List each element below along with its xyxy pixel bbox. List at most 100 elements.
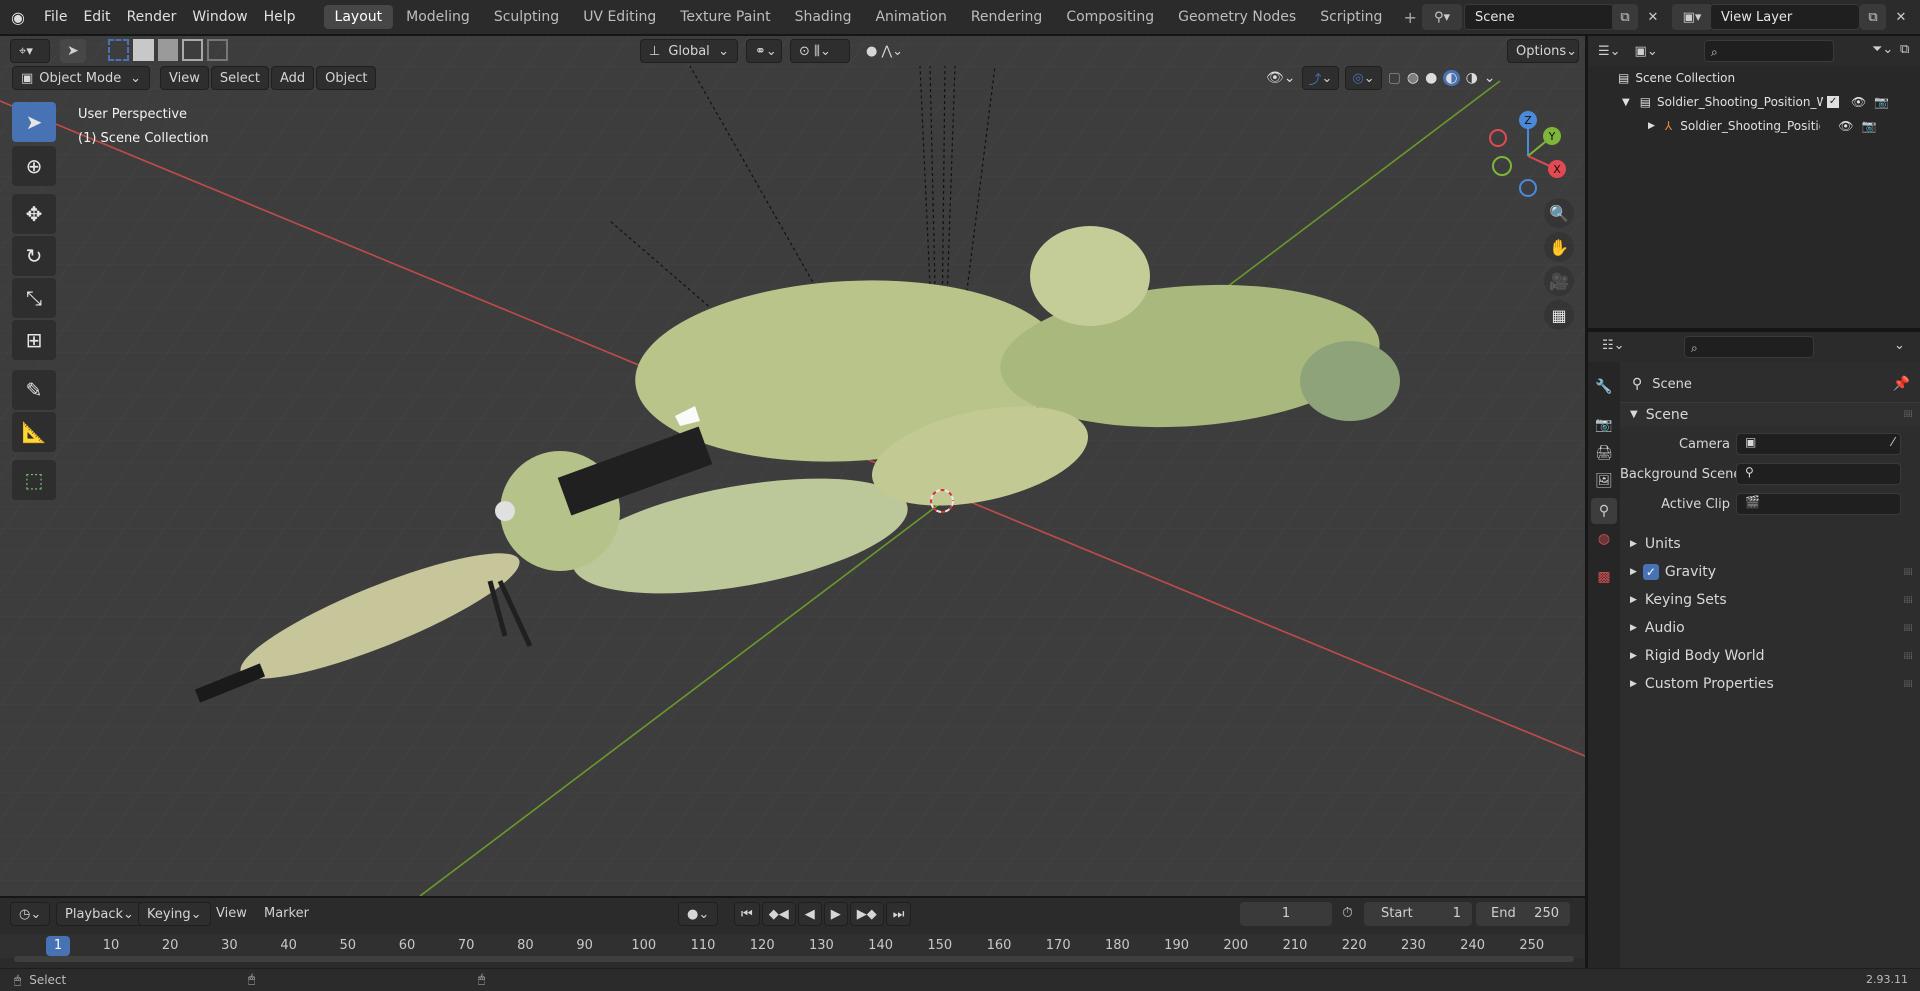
3d-viewport[interactable]: ⌖▾ ➤ ⊥ Global ⌄ ⚭⌄ ⊙ ⫼⌄ ● ⋀⌄ Options ⌄ ▣ O… <box>0 36 1585 896</box>
select-invert-icon[interactable] <box>182 39 204 61</box>
visibility-eye-icon[interactable]: 👁 <box>1838 119 1853 133</box>
menu-window[interactable]: Window <box>184 9 255 25</box>
move-tool-icon[interactable]: ✥ <box>12 194 56 234</box>
tab-scripting[interactable]: Scripting <box>1309 5 1393 29</box>
tab-modeling[interactable]: Modeling <box>395 5 481 29</box>
exclude-checkbox[interactable]: ✓ <box>1827 96 1840 108</box>
jump-start-icon[interactable]: ⏮ <box>734 902 760 926</box>
transform-tool-icon[interactable]: ⊞ <box>12 320 56 360</box>
play-reverse-icon[interactable]: ◀ <box>797 902 822 926</box>
tool-select-icon[interactable]: ➤ <box>60 39 86 63</box>
material-shading-icon[interactable]: ◐ <box>1443 70 1460 86</box>
eyedropper-icon[interactable]: ⁄ <box>1892 435 1894 449</box>
proportional-editing-icon[interactable]: ● ⋀⌄ <box>858 39 924 63</box>
frame-ruler[interactable]: 1 10 20 30 40 50 60 70 80 90 100 110 120 130 140 150 16… <box>0 934 1585 958</box>
navigation-gizmo[interactable]: Z Y X <box>1480 106 1580 206</box>
menu-file[interactable]: File <box>36 9 75 25</box>
menu-render[interactable]: Render <box>119 9 185 25</box>
view-layer-field[interactable]: View Layer <box>1710 4 1860 30</box>
keying-menu[interactable]: Keying ⌄ <box>138 902 211 926</box>
texture-properties-icon[interactable]: ▩ <box>1591 564 1617 590</box>
custom-properties-panel-header[interactable]: ▶ Custom Properties ⁞⁞⁞⁞ <box>1620 672 1920 696</box>
display-mode-icon[interactable]: ▣⌄ <box>1635 44 1658 59</box>
scene-selector-icon[interactable]: ⚲▾ <box>1422 4 1462 30</box>
auto-keying-icon[interactable]: ●⌄ <box>678 902 718 926</box>
annotate-tool-icon[interactable]: ✎ <box>12 370 56 410</box>
timeline-scrollbar[interactable] <box>14 956 1574 962</box>
drag-handle-icon[interactable]: ⁞⁞⁞⁞ <box>1903 595 1913 606</box>
prev-keyframe-icon[interactable]: ◆◀ <box>761 902 796 926</box>
jump-end-icon[interactable]: ⏭ <box>885 902 912 926</box>
tab-rendering[interactable]: Rendering <box>960 5 1054 29</box>
outliner-editor-icon[interactable]: ☰⌄ <box>1598 44 1621 59</box>
new-collection-icon[interactable]: ⧉ <box>1900 42 1909 57</box>
properties-editor-icon[interactable]: ☷⌄ <box>1602 338 1625 353</box>
rendered-shading-icon[interactable]: ◑ <box>1466 70 1478 86</box>
scene-name-field[interactable]: Scene <box>1464 4 1614 30</box>
snap-toggle-icon[interactable]: ⊙ ⫼⌄ <box>790 39 850 63</box>
expand-arrow-icon[interactable]: ▶ <box>1648 121 1655 131</box>
properties-search-input[interactable]: ⌕ <box>1684 336 1814 358</box>
drag-handle-icon[interactable]: ⁞⁞⁞⁞ <box>1903 679 1913 690</box>
drag-handle-icon[interactable]: ⁞⁞⁞⁞ <box>1903 567 1913 578</box>
outliner-row-scene-collection[interactable]: ▤ Scene Collection <box>1588 66 1920 90</box>
render-camera-icon[interactable]: 📷 <box>1874 95 1889 109</box>
delete-view-layer-icon[interactable]: ✕ <box>1888 4 1914 30</box>
outliner-row-object[interactable]: ▶ ⅄ Soldier_Shooting_Positior 👁 📷 <box>1588 114 1920 138</box>
mode-dropdown[interactable]: ▣ Object Mode ⌄ <box>12 66 150 90</box>
audio-panel-header[interactable]: ▶ Audio ⁞⁞⁞⁞ <box>1620 616 1920 640</box>
playback-menu[interactable]: Playback ⌄ <box>56 902 143 926</box>
play-icon[interactable]: ▶ <box>823 902 848 926</box>
select-extend-icon[interactable] <box>132 39 154 61</box>
options-dropdown[interactable]: Options ⌄ <box>1507 39 1579 63</box>
zoom-icon[interactable]: 🔍 <box>1544 198 1574 228</box>
view-layer-icon[interactable]: ▣▾ <box>1672 4 1712 30</box>
tab-uv-editing[interactable]: UV Editing <box>572 5 667 29</box>
rotate-tool-icon[interactable]: ↻ <box>12 236 56 276</box>
tab-animation[interactable]: Animation <box>864 5 957 29</box>
scene-properties-icon[interactable]: ⚲ <box>1591 498 1617 524</box>
timeline-editor-icon[interactable]: ◷⌄ <box>10 902 50 926</box>
tab-texture-paint[interactable]: Texture Paint <box>669 5 781 29</box>
viewport-menu-view[interactable]: View <box>160 66 209 90</box>
rigid-body-world-panel-header[interactable]: ▶ Rigid Body World ⁞⁞⁞⁞ <box>1620 644 1920 668</box>
select-subtract-icon[interactable] <box>157 39 179 61</box>
select-new-icon[interactable] <box>108 39 129 61</box>
tab-compositing[interactable]: Compositing <box>1055 5 1165 29</box>
visibility-eye-icon[interactable]: 👁 <box>1851 95 1866 109</box>
gravity-checkbox[interactable]: ✓ <box>1642 564 1659 580</box>
tool-settings-icon[interactable]: 🔧 <box>1591 374 1617 400</box>
tab-geometry-nodes[interactable]: Geometry Nodes <box>1167 5 1307 29</box>
pan-hand-icon[interactable]: ✋ <box>1544 232 1574 262</box>
drag-handle-icon[interactable]: ⁞⁞⁞⁞ <box>1903 623 1913 634</box>
shading-options-icon[interactable]: ⌄ <box>1484 70 1496 86</box>
solid-shading-icon[interactable]: ● <box>1425 70 1437 86</box>
background-scene-field[interactable]: ⚲ <box>1736 463 1901 485</box>
editor-type-icon[interactable]: ⌖▾ <box>10 39 50 63</box>
chevron-down-icon[interactable]: ⌄ <box>1894 338 1905 353</box>
xray-toggle-icon[interactable]: ▢ <box>1388 70 1401 86</box>
current-frame-field[interactable]: 1 <box>1240 902 1332 926</box>
orthographic-toggle-icon[interactable]: ▦ <box>1544 300 1574 330</box>
start-frame-field[interactable]: Start 1 <box>1364 902 1472 926</box>
overlays-toggle-icon[interactable]: ◎ ⌄ <box>1345 66 1382 90</box>
cursor-tool-icon[interactable]: ⊕ <box>12 146 56 186</box>
viewport-menu-object[interactable]: Object <box>316 66 377 90</box>
units-panel-header[interactable]: ▶ Units <box>1620 532 1920 556</box>
new-view-layer-icon[interactable]: ⧉ <box>1860 4 1886 30</box>
active-clip-field[interactable]: 🎬 <box>1736 493 1901 515</box>
pivot-point-icon[interactable]: ⚭⌄ <box>746 39 782 63</box>
render-properties-icon[interactable]: 📷 <box>1591 412 1617 438</box>
camera-view-icon[interactable]: 🎥 <box>1544 266 1574 296</box>
timeline-menu-view[interactable]: View <box>216 906 247 921</box>
viewport-menu-add[interactable]: Add <box>270 66 315 90</box>
next-keyframe-icon[interactable]: ▶◆ <box>849 902 884 926</box>
tab-layout[interactable]: Layout <box>323 5 394 29</box>
current-frame-marker[interactable]: 1 <box>46 936 70 956</box>
scale-tool-icon[interactable]: ⤡ <box>12 278 56 318</box>
camera-field[interactable]: ▣ ⁄ <box>1736 433 1901 455</box>
wireframe-shading-icon[interactable]: ◍ <box>1407 70 1419 86</box>
output-properties-icon[interactable]: 🖨 <box>1591 440 1617 466</box>
pin-icon[interactable]: 📌 <box>1893 376 1910 392</box>
view-layer-properties-icon[interactable]: 🖼 <box>1591 468 1617 494</box>
